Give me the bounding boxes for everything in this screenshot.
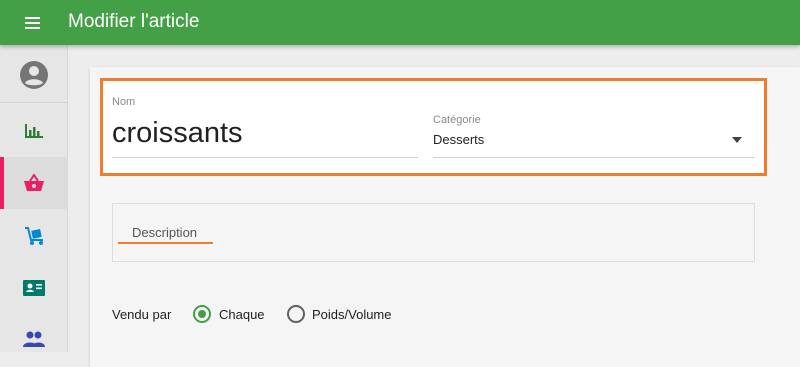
people-icon — [23, 331, 45, 347]
dropdown-arrow-icon[interactable] — [732, 137, 742, 143]
bar-chart-icon — [25, 124, 43, 138]
category-field-underline — [433, 157, 755, 158]
menu-icon[interactable] — [20, 11, 46, 35]
description-field[interactable] — [112, 203, 755, 262]
name-field-underline — [112, 157, 418, 158]
description-focus-underline — [118, 242, 213, 244]
hand-truck-icon — [25, 227, 43, 245]
sidebar-item-suppliers[interactable] — [0, 210, 68, 262]
category-field-label: Catégorie — [433, 114, 481, 126]
active-indicator — [0, 157, 4, 209]
sidebar-item-account[interactable] — [0, 47, 68, 103]
category-selected-value[interactable]: Desserts — [433, 132, 484, 147]
sidebar-item-articles[interactable] — [0, 157, 68, 209]
radio-each[interactable] — [193, 305, 211, 323]
radio-weight-volume-label[interactable]: Poids/Volume — [312, 307, 392, 322]
sidebar-item-staff[interactable] — [0, 262, 68, 314]
sidebar-item-users[interactable] — [0, 313, 68, 365]
sidebar-item-statistics[interactable] — [0, 104, 68, 156]
app-bar: Modifier l'article — [0, 0, 800, 45]
name-field[interactable]: croissants — [112, 115, 418, 151]
radio-each-label[interactable]: Chaque — [219, 307, 265, 322]
page-title: Modifier l'article — [68, 11, 200, 32]
sold-by-label: Vendu par — [112, 307, 172, 322]
radio-weight-volume[interactable] — [287, 305, 305, 323]
account-circle-icon — [20, 60, 48, 89]
id-card-icon — [23, 280, 45, 296]
basket-icon — [24, 174, 44, 191]
name-field-label: Nom — [112, 96, 136, 108]
description-field-label: Description — [132, 225, 198, 240]
sidebar — [0, 45, 68, 352]
